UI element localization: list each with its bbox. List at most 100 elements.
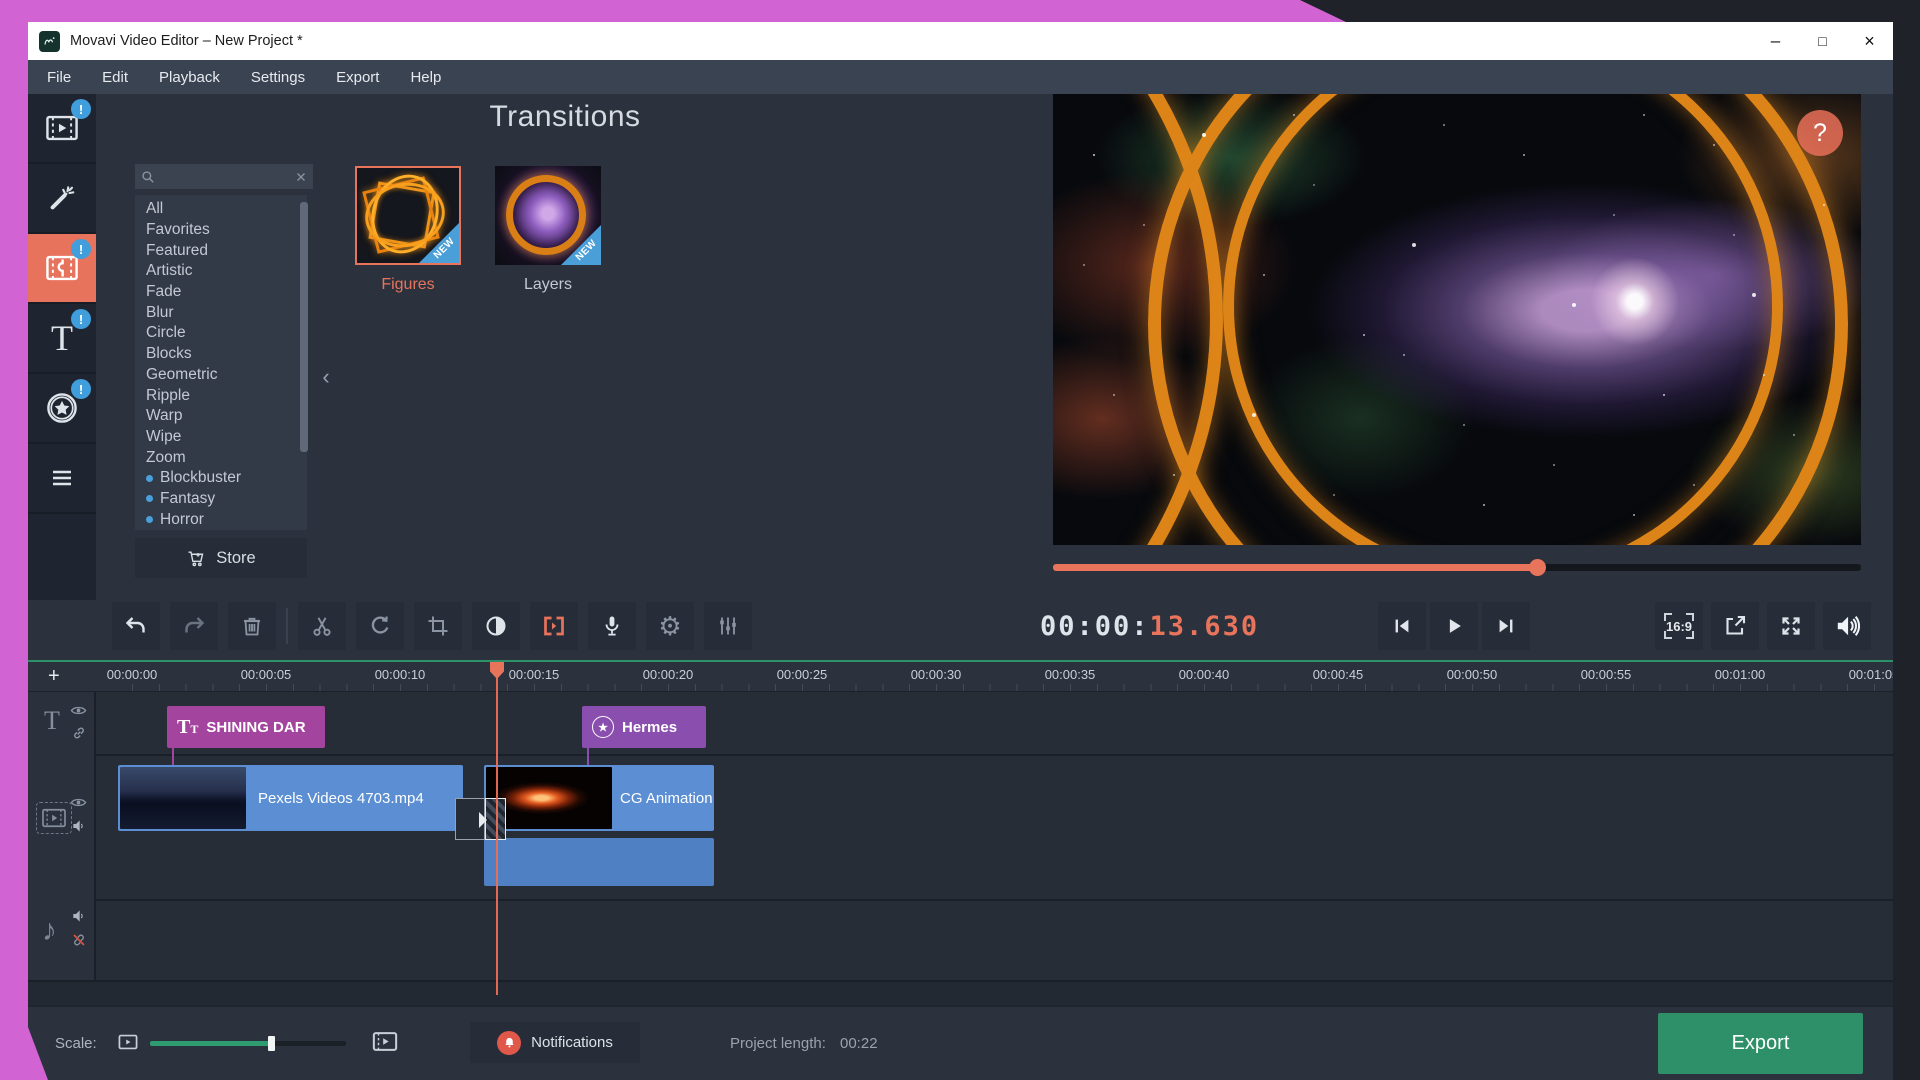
timeline-ruler[interactable]: + 00:00:00 00:00:05 00:00:10 00:00:15 00…	[28, 662, 1893, 692]
category-fantasy[interactable]: Fantasy	[146, 489, 307, 510]
crop-button[interactable]	[414, 602, 462, 650]
video-clip-extension[interactable]	[484, 838, 714, 886]
video-track-visibility-icon[interactable]	[70, 794, 87, 811]
sidebar-item-filters[interactable]	[28, 164, 96, 234]
category-geometric[interactable]: Geometric	[146, 365, 307, 386]
menu-help[interactable]: Help	[410, 69, 441, 86]
playhead-line[interactable]	[496, 662, 498, 995]
video-track-icon[interactable]	[36, 802, 72, 834]
app-window: Movavi Video Editor – New Project * – □ …	[28, 22, 1893, 1080]
category-all[interactable]: All	[146, 199, 307, 220]
delete-button[interactable]	[228, 602, 276, 650]
sidebar-item-titles[interactable]: T !	[28, 304, 96, 374]
title-track-visibility-icon[interactable]	[70, 702, 87, 719]
export-button[interactable]: Export	[1658, 1013, 1863, 1074]
audio-track-mute-icon[interactable]	[71, 908, 87, 924]
category-favorites[interactable]: Favorites	[146, 220, 307, 241]
menu-playback[interactable]: Playback	[159, 69, 220, 86]
notifications-button[interactable]: Notifications	[470, 1022, 640, 1063]
next-frame-button[interactable]	[1482, 602, 1530, 650]
track-separator	[28, 899, 1893, 901]
add-track-button[interactable]: +	[48, 665, 60, 688]
rotate-button[interactable]	[356, 602, 404, 650]
ruler-label: 00:01:05	[1848, 667, 1893, 682]
zoom-out-film-icon[interactable]	[118, 1033, 138, 1051]
notification-bell-badge	[497, 1030, 522, 1055]
sidebar-item-media[interactable]: !	[28, 94, 96, 164]
title-bar: Movavi Video Editor – New Project * – □ …	[28, 22, 1893, 60]
paid-dot	[146, 516, 153, 524]
category-circle[interactable]: Circle	[146, 323, 307, 344]
collapse-panel-chevron[interactable]: ‹	[316, 360, 336, 394]
search-field[interactable]	[135, 164, 313, 189]
sidebar-item-more-tools[interactable]	[28, 444, 96, 514]
app-logo-icon	[39, 30, 60, 52]
ruler-ticks	[132, 684, 1893, 691]
menu-export[interactable]: Export	[336, 69, 379, 86]
title-clip-shining[interactable]: TT SHINING DAR	[167, 706, 325, 748]
sliders-icon	[720, 617, 736, 635]
play-button[interactable]	[1430, 602, 1478, 650]
category-blocks[interactable]: Blocks	[146, 344, 307, 365]
record-voice-button[interactable]	[588, 602, 636, 650]
video-track-mute-icon[interactable]	[71, 818, 87, 834]
title-track-link-icon[interactable]	[71, 725, 87, 741]
clip-properties-button[interactable]: ⚙	[646, 602, 694, 650]
category-horror[interactable]: Horror	[146, 509, 307, 530]
search-input[interactable]	[155, 169, 295, 184]
category-blur[interactable]: Blur	[146, 302, 307, 323]
menu-bar: File Edit Playback Settings Export Help	[28, 60, 1893, 94]
ruler-label: 00:00:55	[1580, 667, 1632, 682]
aspect-ratio-button[interactable]: 16:9	[1655, 602, 1703, 650]
category-warp[interactable]: Warp	[146, 406, 307, 427]
category-ripple[interactable]: Ripple	[146, 385, 307, 406]
sidebar-item-stickers[interactable]: !	[28, 374, 96, 444]
audio-properties-button[interactable]	[704, 602, 752, 650]
menu-edit[interactable]: Edit	[102, 69, 128, 86]
video-clip-cg-animation[interactable]: CG Animation	[484, 765, 714, 831]
audio-track-unlink-icon[interactable]	[71, 932, 87, 948]
undo-button[interactable]	[112, 602, 160, 650]
seek-handle[interactable]	[1528, 559, 1546, 576]
help-button[interactable]: ?	[1797, 110, 1843, 156]
category-scrollbar[interactable]	[300, 202, 308, 452]
category-fade[interactable]: Fade	[146, 282, 307, 303]
title-clip-hermes[interactable]: ★ Hermes	[582, 706, 706, 748]
transition-item-layers[interactable]: NEW	[495, 166, 601, 265]
transition-category-list: All Favorites Featured Artistic Fade Blu…	[135, 195, 307, 530]
timeline-scale-slider[interactable]	[150, 1036, 346, 1051]
color-adjustments-button[interactable]	[472, 602, 520, 650]
fullscreen-button[interactable]	[1767, 602, 1815, 650]
category-wipe[interactable]: Wipe	[146, 427, 307, 448]
scale-slider-handle[interactable]	[267, 1036, 275, 1051]
video-clip-pexels[interactable]: Pexels Videos 4703.mp4	[118, 765, 463, 831]
volume-button[interactable]	[1823, 602, 1871, 650]
notification-badge: !	[71, 99, 91, 119]
previous-frame-button[interactable]	[1378, 602, 1426, 650]
clip-thumbnail	[120, 767, 246, 829]
ruler-label: 00:00:50	[1446, 667, 1498, 682]
category-zoom[interactable]: Zoom	[146, 447, 307, 468]
ruler-label: 00:00:00	[106, 667, 158, 682]
ruler-label: 00:00:45	[1312, 667, 1364, 682]
redo-button[interactable]	[170, 602, 218, 650]
category-featured[interactable]: Featured	[146, 240, 307, 261]
menu-file[interactable]: File	[47, 69, 71, 86]
rotate-icon	[371, 616, 389, 634]
maximize-button[interactable]: □	[1799, 22, 1846, 60]
category-artistic[interactable]: Artistic	[146, 261, 307, 282]
menu-settings[interactable]: Settings	[251, 69, 305, 86]
close-button[interactable]: ×	[1846, 22, 1893, 60]
category-blockbuster[interactable]: Blockbuster	[146, 468, 307, 489]
minimize-button[interactable]: –	[1752, 22, 1799, 60]
seek-progress	[1053, 564, 1538, 571]
split-button[interactable]	[298, 602, 346, 650]
detach-player-button[interactable]	[1711, 602, 1759, 650]
transition-wizard-button[interactable]	[530, 602, 578, 650]
clear-search-icon[interactable]	[295, 171, 307, 183]
zoom-in-film-icon[interactable]	[372, 1030, 398, 1053]
seek-bar[interactable]	[1053, 559, 1861, 576]
store-button[interactable]: Store	[135, 538, 307, 578]
sidebar-item-transitions[interactable]: !	[28, 234, 96, 304]
transition-item-figures[interactable]: NEW	[355, 166, 461, 265]
